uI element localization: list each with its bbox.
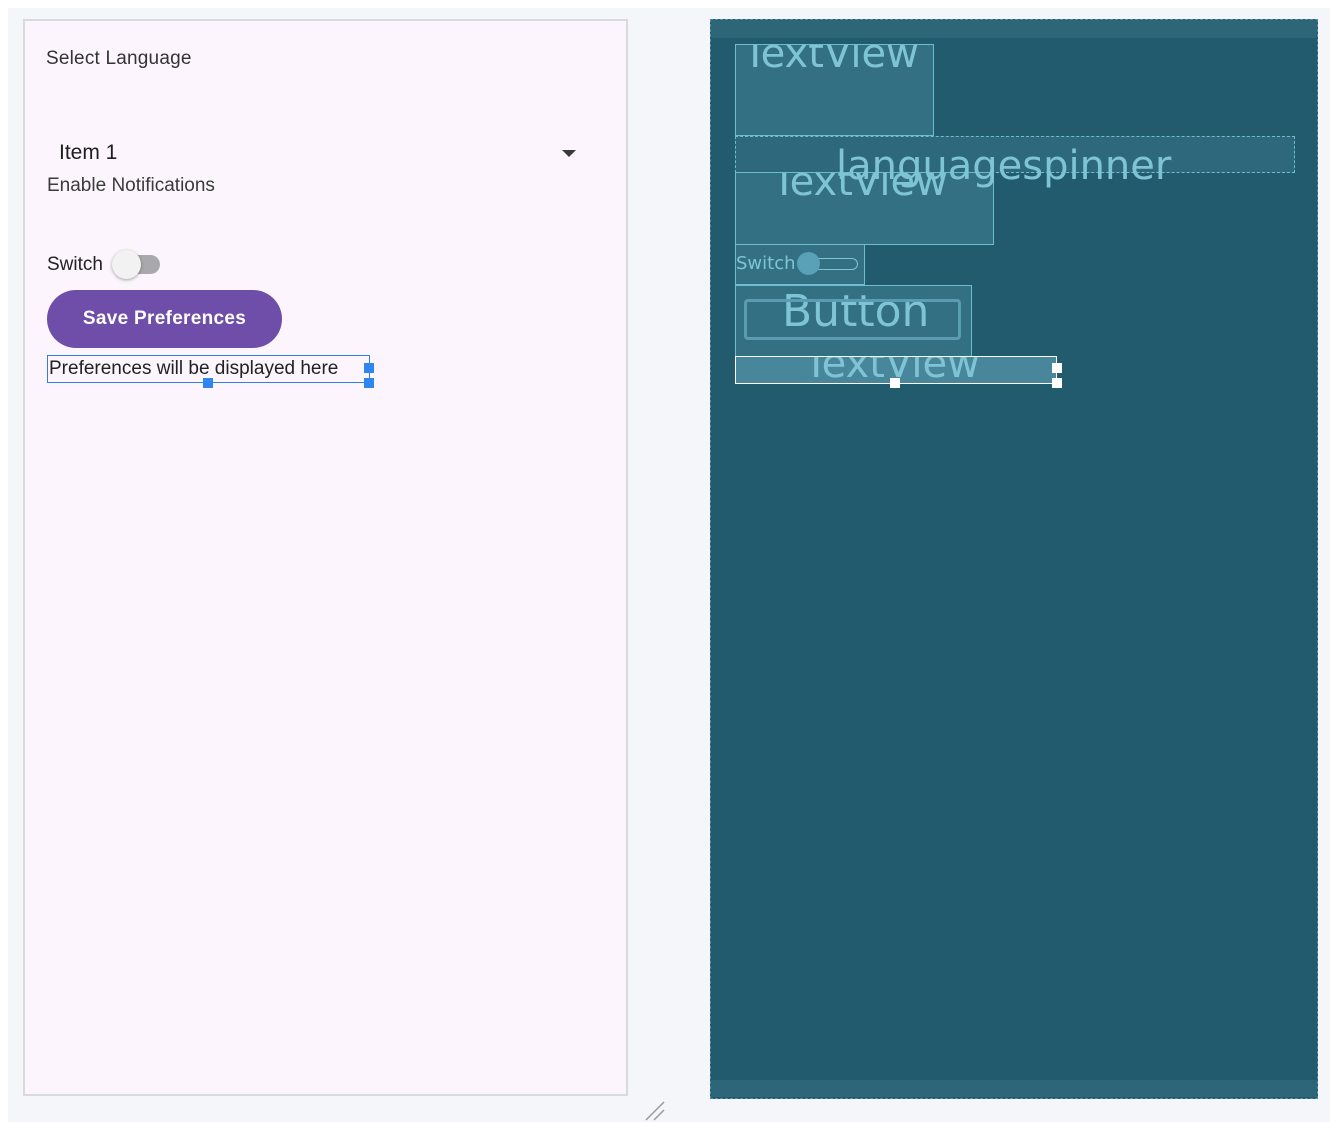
notifications-switch-label[interactable]: Switch: [47, 254, 103, 276]
blueprint-textview-select-language[interactable]: TextView: [735, 44, 934, 136]
select-language-textview[interactable]: Select Language: [46, 48, 192, 70]
resize-handle-bottom-right[interactable]: [364, 378, 374, 388]
save-preferences-button[interactable]: Save Preferences: [47, 290, 282, 348]
canvas-resize-icon[interactable]: [644, 1100, 666, 1122]
enable-notifications-textview[interactable]: Enable Notifications: [47, 175, 215, 197]
blueprint-resize-handle-bottom-right[interactable]: [1052, 378, 1062, 388]
blueprint-navigation-bar: [711, 1080, 1317, 1097]
resize-handle-right[interactable]: [364, 363, 374, 373]
blueprint-switch-thumb: [797, 252, 820, 275]
blueprint-resize-handle-right[interactable]: [1052, 363, 1062, 373]
resize-handle-bottom[interactable]: [203, 378, 213, 388]
blueprint-textview-label: TextView: [743, 44, 919, 77]
blueprint-switch-label: Switch: [736, 253, 796, 274]
blueprint-resize-handle-bottom[interactable]: [890, 378, 900, 388]
blueprint-status-bar: [711, 20, 1317, 38]
blueprint-spinner-label: languagespinner: [836, 143, 1172, 189]
language-spinner-selected-item[interactable]: Item 1: [59, 141, 117, 165]
blueprint-button-inner-outline: [744, 299, 961, 340]
notifications-switch-thumb[interactable]: [112, 250, 141, 279]
dropdown-arrow-icon[interactable]: [562, 150, 576, 157]
